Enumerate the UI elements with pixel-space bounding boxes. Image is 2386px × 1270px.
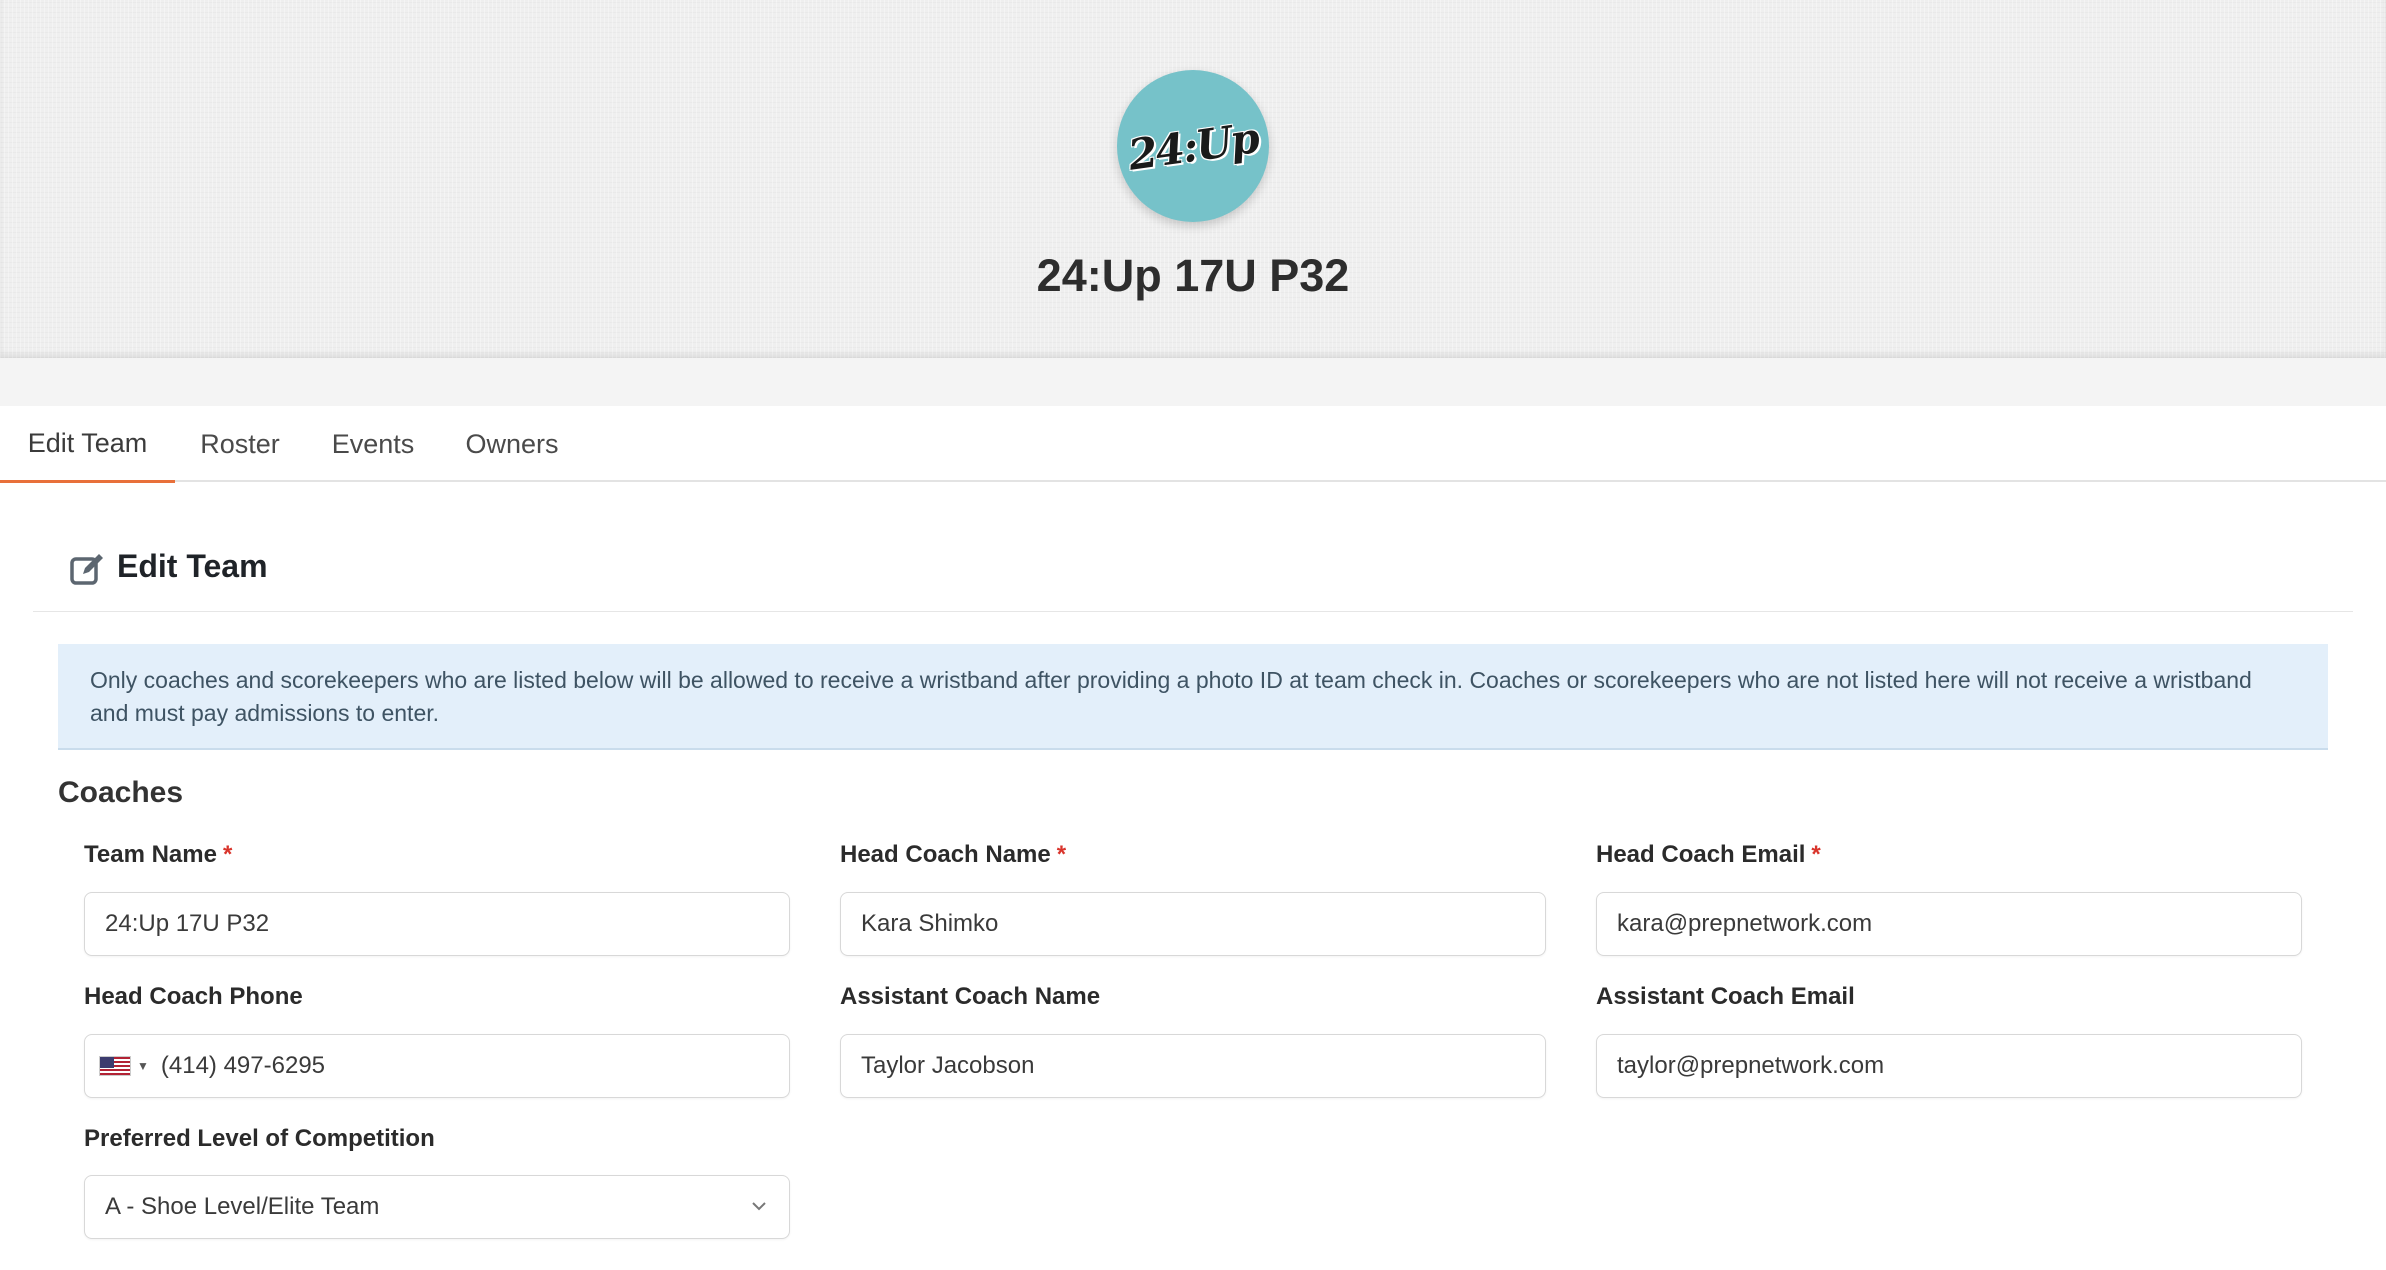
competition-level-value: A - Shoe Level/Elite Team: [105, 1193, 380, 1220]
assistant-coach-name-input[interactable]: Taylor Jacobson: [840, 1034, 1546, 1098]
assistant-coach-name-label: Assistant Coach Name: [840, 983, 1101, 1010]
edit-team-header: Edit Team: [33, 530, 2353, 612]
assistant-coach-email-input[interactable]: taylor@prepnetwork.com: [1596, 1034, 2302, 1098]
tab-bar: Edit Team Roster Events Owners: [0, 406, 2386, 483]
team-name-label: Team Name *: [84, 841, 233, 868]
head-coach-name-input[interactable]: Kara Shimko: [840, 892, 1546, 956]
team-name-input[interactable]: 24:Up 17U P32: [84, 892, 790, 956]
wristband-info-alert: Only coaches and scorekeepers who are li…: [58, 644, 2328, 750]
section-title: Edit Team: [117, 548, 268, 584]
head-coach-email-input[interactable]: kara@prepnetwork.com: [1596, 892, 2302, 956]
head-coach-phone-label: Head Coach Phone: [84, 983, 303, 1010]
tab-roster[interactable]: Roster: [188, 406, 292, 482]
team-logo: 24:Up: [1117, 70, 1269, 222]
required-mark: *: [222, 841, 233, 868]
edit-icon: [70, 554, 103, 585]
us-flag-icon[interactable]: [99, 1056, 131, 1076]
tab-events[interactable]: Events: [318, 406, 428, 482]
banner-divider: [0, 358, 2386, 406]
team-banner: 24:Up 24:Up 17U P32: [0, 0, 2386, 358]
head-coach-email-label: Head Coach Email *: [1596, 841, 1821, 868]
competition-level-select[interactable]: A - Shoe Level/Elite Team: [84, 1175, 790, 1239]
chevron-down-icon: [752, 1202, 766, 1211]
head-coach-phone-input[interactable]: ▼ (414) 497-6295: [84, 1034, 790, 1098]
caret-down-icon[interactable]: ▼: [137, 1059, 149, 1073]
tab-edit-team[interactable]: Edit Team: [0, 406, 175, 483]
team-logo-text: 24:Up: [1125, 112, 1261, 180]
assistant-coach-email-label: Assistant Coach Email: [1596, 983, 1855, 1010]
team-title: 24:Up 17U P32: [1036, 250, 1350, 301]
tab-owners[interactable]: Owners: [454, 406, 570, 482]
competition-level-label: Preferred Level of Competition: [84, 1125, 435, 1152]
phone-value: (414) 497-6295: [160, 1052, 326, 1079]
coaches-heading: Coaches: [58, 776, 184, 809]
required-mark: *: [1811, 841, 1821, 868]
head-coach-name-label: Head Coach Name *: [840, 841, 1067, 868]
required-mark: *: [1056, 841, 1067, 868]
